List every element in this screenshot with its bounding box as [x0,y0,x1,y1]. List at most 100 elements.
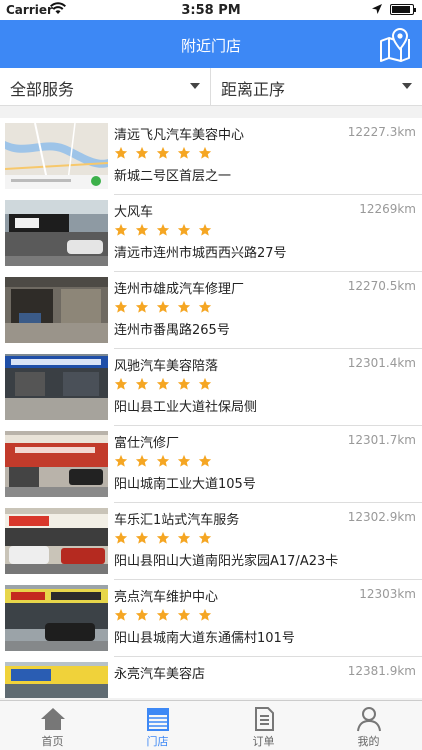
tab-profile[interactable]: 我的 [316,701,421,750]
star-icon [114,531,128,544]
filter-bar: 全部服务 距离正序 [0,68,422,106]
profile-icon [356,706,382,732]
tab-store[interactable]: 门店 [105,701,210,750]
store-name: 风驰汽车美容陪落 [114,359,219,374]
store-name: 清远飞凡汽车美容中心 [114,128,245,143]
store-thumbnail-photo [5,431,108,497]
star-icon [178,223,191,236]
star-icon [135,531,149,544]
store-name: 连州市雄成汽车修理厂 [114,282,245,297]
store-name: 车乐汇1站式汽车服务 [114,513,240,528]
store-address: 阳山县城南大道东通儒村101号 [114,631,295,646]
store-row[interactable]: 风驰汽车美容陪落 12301.4km 阳山县工业大道社保局侧 [0,349,422,426]
caret-down-icon [402,83,412,89]
caret-down-icon [190,83,200,89]
star-icon [135,146,149,159]
store-row[interactable]: 连州市雄成汽车修理厂 12270.5km 连州市番禺路265号 [0,272,422,349]
star-icon [157,300,170,313]
star-rating [114,376,214,390]
battery-icon [390,4,416,15]
store-thumbnail-photo [5,585,108,651]
star-icon [199,531,212,544]
star-icon [157,377,170,390]
star-icon [135,454,149,467]
star-icon [199,146,212,159]
store-address: 连州市番禺路265号 [114,323,230,338]
store-address: 清远市连州市城西西兴路27号 [114,246,287,261]
store-row[interactable]: 清远飞凡汽车美容中心 12227.3km 新城二号区首层之一 [0,118,422,195]
star-icon [199,454,212,467]
store-thumbnail-map [5,123,108,189]
star-icon [178,377,191,390]
store-name: 亮点汽车维护中心 [114,590,219,605]
star-icon [135,300,149,313]
star-icon [114,377,128,390]
star-rating [114,607,214,621]
star-icon [178,146,191,159]
service-filter-label: 全部服务 [10,80,75,99]
star-rating [114,222,214,236]
star-rating [114,530,214,544]
star-icon [199,300,212,313]
store-distance: 12227.3km [347,125,416,139]
store-distance: 12269km [359,202,416,216]
tab-label: 订单 [252,735,275,748]
star-rating [114,145,214,159]
sort-filter-dropdown[interactable]: 距离正序 [211,68,422,105]
tab-label: 门店 [146,735,169,748]
star-icon [178,531,191,544]
star-rating [114,299,214,313]
store-address: 阳山城南工业大道105号 [114,477,256,492]
star-icon [114,146,128,159]
sort-filter-label: 距离正序 [221,80,286,99]
nav-bar: 附近门店 [0,20,422,68]
star-icon [114,454,128,467]
store-address: 阳山县阳山大道南阳光家园A17/A23卡 [114,554,339,569]
store-distance: 12302.9km [347,510,416,524]
map-pin-icon[interactable] [378,27,412,62]
location-arrow-icon [372,3,382,17]
tab-label: 我的 [357,735,380,748]
star-icon [114,608,128,621]
star-icon [114,300,128,313]
store-distance: 12270.5km [347,279,416,293]
store-distance: 12303km [359,587,416,601]
star-icon [135,608,149,621]
store-thumbnail-photo [5,277,108,343]
store-row[interactable]: 大风车 12269km 清远市连州市城西西兴路27号 [0,195,422,272]
store-address: 阳山县工业大道社保局侧 [114,400,258,415]
order-icon [251,706,277,732]
store-row[interactable]: 亮点汽车维护中心 12303km 阳山县城南大道东通儒村101号 [0,580,422,657]
page-title: 附近门店 [180,37,241,55]
store-thumbnail-photo [5,508,108,574]
tab-label: 首页 [41,735,64,748]
star-icon [135,377,149,390]
tab-bar: 首页 门店 订单 我的 [0,700,422,750]
store-icon [145,706,171,732]
star-icon [157,608,170,621]
star-icon [199,377,212,390]
tab-home[interactable]: 首页 [0,701,105,750]
store-row[interactable]: 富仕汽修厂 12301.7km 阳山城南工业大道105号 [0,426,422,503]
store-name: 富仕汽修厂 [114,436,180,451]
store-name: 永亮汽车美容店 [114,667,206,682]
home-icon [40,706,66,732]
store-distance: 12301.4km [347,356,416,370]
store-address: 新城二号区首层之一 [114,169,232,184]
store-list[interactable]: 清远飞凡汽车美容中心 12227.3km 新城二号区首层之一 大风车 12269 [0,118,422,698]
store-row[interactable]: 永亮汽车美容店 12381.9km [0,657,422,698]
star-icon [199,608,212,621]
store-thumbnail-photo [5,354,108,420]
store-thumbnail-photo [5,662,108,698]
star-icon [157,531,170,544]
store-name: 大风车 [114,205,154,220]
star-icon [199,223,212,236]
tab-order[interactable]: 订单 [211,701,316,750]
star-icon [178,608,191,621]
star-icon [178,454,191,467]
store-distance: 12381.9km [347,664,416,678]
star-icon [157,454,170,467]
store-row[interactable]: 车乐汇1站式汽车服务 12302.9km 阳山县阳山大道南阳光家园A17/A23… [0,503,422,580]
service-filter-dropdown[interactable]: 全部服务 [0,68,211,105]
clock: 3:58 PM [181,3,241,18]
